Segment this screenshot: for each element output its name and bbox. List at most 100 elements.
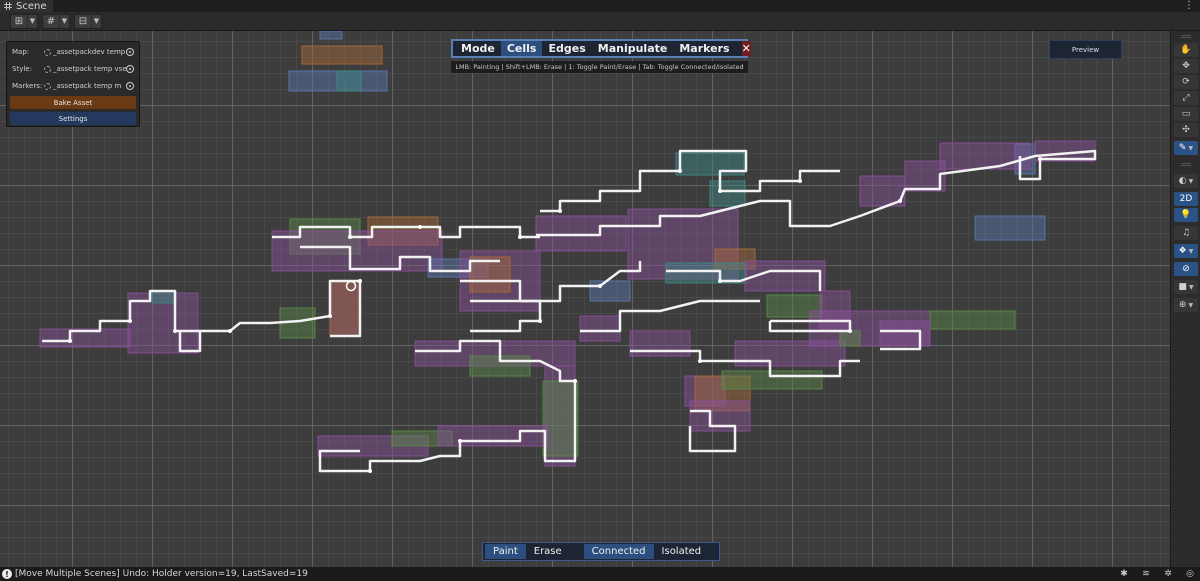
hand-icon[interactable]: ✋ xyxy=(1174,43,1198,57)
drag-handle[interactable] xyxy=(1181,163,1191,166)
effects-icon[interactable]: ❖ ▼ xyxy=(1174,244,1198,258)
tab-edges[interactable]: Edges xyxy=(542,41,591,56)
room-cell[interactable] xyxy=(721,370,823,390)
room-cell[interactable] xyxy=(974,215,1046,241)
tab-manipulate[interactable]: Manipulate xyxy=(592,41,674,56)
rect-icon[interactable]: ▭ xyxy=(1174,107,1198,121)
object-picker-icon[interactable] xyxy=(126,65,134,73)
edge-node[interactable] xyxy=(898,199,902,203)
warning-icon[interactable]: ! xyxy=(2,569,12,579)
room-cell[interactable] xyxy=(336,70,362,92)
edge-node[interactable] xyxy=(173,329,177,333)
paint-button[interactable]: Paint xyxy=(485,544,526,559)
chevron-down-icon[interactable]: ▼ xyxy=(27,14,37,28)
chevron-down-icon[interactable]: ▼ xyxy=(1189,284,1194,291)
room-cell[interactable] xyxy=(589,280,631,302)
isolated-button[interactable]: Isolated xyxy=(654,544,710,559)
map-value: _assetpackdev temp fi xyxy=(53,48,126,56)
room-cell[interactable] xyxy=(709,180,746,207)
lighting-icon[interactable]: 💡 xyxy=(1174,208,1198,222)
room-cell[interactable] xyxy=(301,45,383,65)
chevron-down-icon[interactable]: ▼ xyxy=(1189,248,1194,255)
bug-icon[interactable]: ✱ xyxy=(1118,568,1130,580)
audio-icon[interactable]: ♫ xyxy=(1174,226,1198,240)
edge-node[interactable] xyxy=(368,469,372,473)
room-cell[interactable] xyxy=(151,290,177,304)
status-message: [Move Multiple Scenes] Undo: Holder vers… xyxy=(15,569,308,579)
edge-node[interactable] xyxy=(848,329,852,333)
room-cell[interactable] xyxy=(437,425,549,447)
layers-icon[interactable]: ≋ xyxy=(1140,568,1152,580)
map-field[interactable]: _assetpackdev temp fi xyxy=(42,46,136,58)
kebab-menu-icon[interactable]: ⋮ xyxy=(1184,0,1194,12)
connected-button[interactable]: Connected xyxy=(583,544,654,559)
view-2d-button[interactable]: 2D xyxy=(1174,192,1198,206)
room-cell[interactable] xyxy=(939,142,1031,170)
gizmos-icon[interactable]: ⊕ ▼ xyxy=(1174,298,1198,312)
chevron-down-icon[interactable]: ▼ xyxy=(1188,145,1193,152)
style-label: Style: xyxy=(12,65,32,73)
settings-circle-icon[interactable]: ◎ xyxy=(1184,568,1196,580)
settings-button[interactable]: Settings xyxy=(10,112,136,125)
scene-viewport[interactable]: Map: _assetpackdev temp fi Style: _asset… xyxy=(0,31,1170,567)
edge-node[interactable] xyxy=(798,179,802,183)
edge-node[interactable] xyxy=(698,359,702,363)
erase-button[interactable]: Erase xyxy=(526,544,570,559)
chevron-down-icon[interactable]: ▼ xyxy=(91,14,101,28)
edge-node[interactable] xyxy=(678,169,682,173)
status-icons: ✱ ≋ ✲ ◎ xyxy=(1108,568,1196,580)
visibility-icon[interactable]: ⊘ xyxy=(1174,262,1198,276)
edge-node[interactable] xyxy=(518,235,522,239)
move-icon[interactable]: ✥ xyxy=(1174,59,1198,73)
shading-icon[interactable]: ◐ ▼ xyxy=(1174,174,1198,188)
object-picker-icon[interactable] xyxy=(126,48,134,56)
room-cell[interactable] xyxy=(579,315,621,342)
chevron-down-icon[interactable]: ▼ xyxy=(59,14,69,28)
edge-node[interactable] xyxy=(718,189,722,193)
snap-grid-button[interactable]: # ▼ xyxy=(42,13,70,29)
chevron-down-icon[interactable]: ▼ xyxy=(1189,178,1194,185)
room-cell[interactable] xyxy=(929,310,1016,330)
scene-tab[interactable]: Scene xyxy=(0,0,53,12)
edge-node[interactable] xyxy=(68,339,72,343)
rotate-icon[interactable]: ⟳ xyxy=(1174,75,1198,89)
edge-node[interactable] xyxy=(538,319,542,323)
edge-node[interactable] xyxy=(558,209,562,213)
edge-node[interactable] xyxy=(418,225,422,229)
room-cell[interactable] xyxy=(535,215,627,252)
edge-node[interactable] xyxy=(348,235,352,239)
increment-snap-button[interactable]: ⊟ ▼ xyxy=(74,13,102,29)
room-cell[interactable] xyxy=(319,31,343,40)
tab-markers[interactable]: Markers xyxy=(673,41,735,56)
style-field[interactable]: _assetpack temp vsett xyxy=(42,63,136,75)
asset-icon xyxy=(44,82,51,90)
tab-cells[interactable]: Cells xyxy=(500,41,543,56)
edge-node[interactable] xyxy=(573,379,577,383)
camera-icon[interactable]: ■ ▼ xyxy=(1174,280,1198,294)
markers-field[interactable]: _assetpack temp m xyxy=(42,80,136,92)
close-icon[interactable]: ✕ xyxy=(741,41,751,56)
room-cell[interactable] xyxy=(879,320,931,347)
edge-node[interactable] xyxy=(1038,157,1042,161)
edge-node[interactable] xyxy=(358,279,362,283)
edge-node[interactable] xyxy=(328,314,332,318)
preview-button[interactable]: Preview xyxy=(1049,40,1122,59)
edge-node[interactable] xyxy=(128,319,132,323)
room-cell[interactable] xyxy=(839,330,861,347)
object-picker-icon[interactable] xyxy=(126,82,134,90)
drag-handle[interactable] xyxy=(1181,35,1191,38)
room-cell[interactable] xyxy=(329,280,361,337)
chevron-down-icon[interactable]: ▼ xyxy=(1188,302,1193,309)
scale-icon[interactable]: ⤢ xyxy=(1174,91,1198,105)
edge-node[interactable] xyxy=(458,439,462,443)
dungeon-map[interactable] xyxy=(0,31,1170,567)
edge-node[interactable] xyxy=(598,284,602,288)
transform-icon[interactable]: ✣ xyxy=(1174,123,1198,137)
edge-node[interactable] xyxy=(718,279,722,283)
edge-node[interactable] xyxy=(228,329,232,333)
brush-icon[interactable]: ✎ ▼ xyxy=(1174,141,1198,155)
transform-grid-button[interactable]: ⊞ ▼ xyxy=(10,13,38,29)
window-titlebar: Scene ⋮ xyxy=(0,0,1200,12)
network-icon[interactable]: ✲ xyxy=(1162,568,1174,580)
bake-asset-button[interactable]: Bake Asset xyxy=(10,96,136,109)
